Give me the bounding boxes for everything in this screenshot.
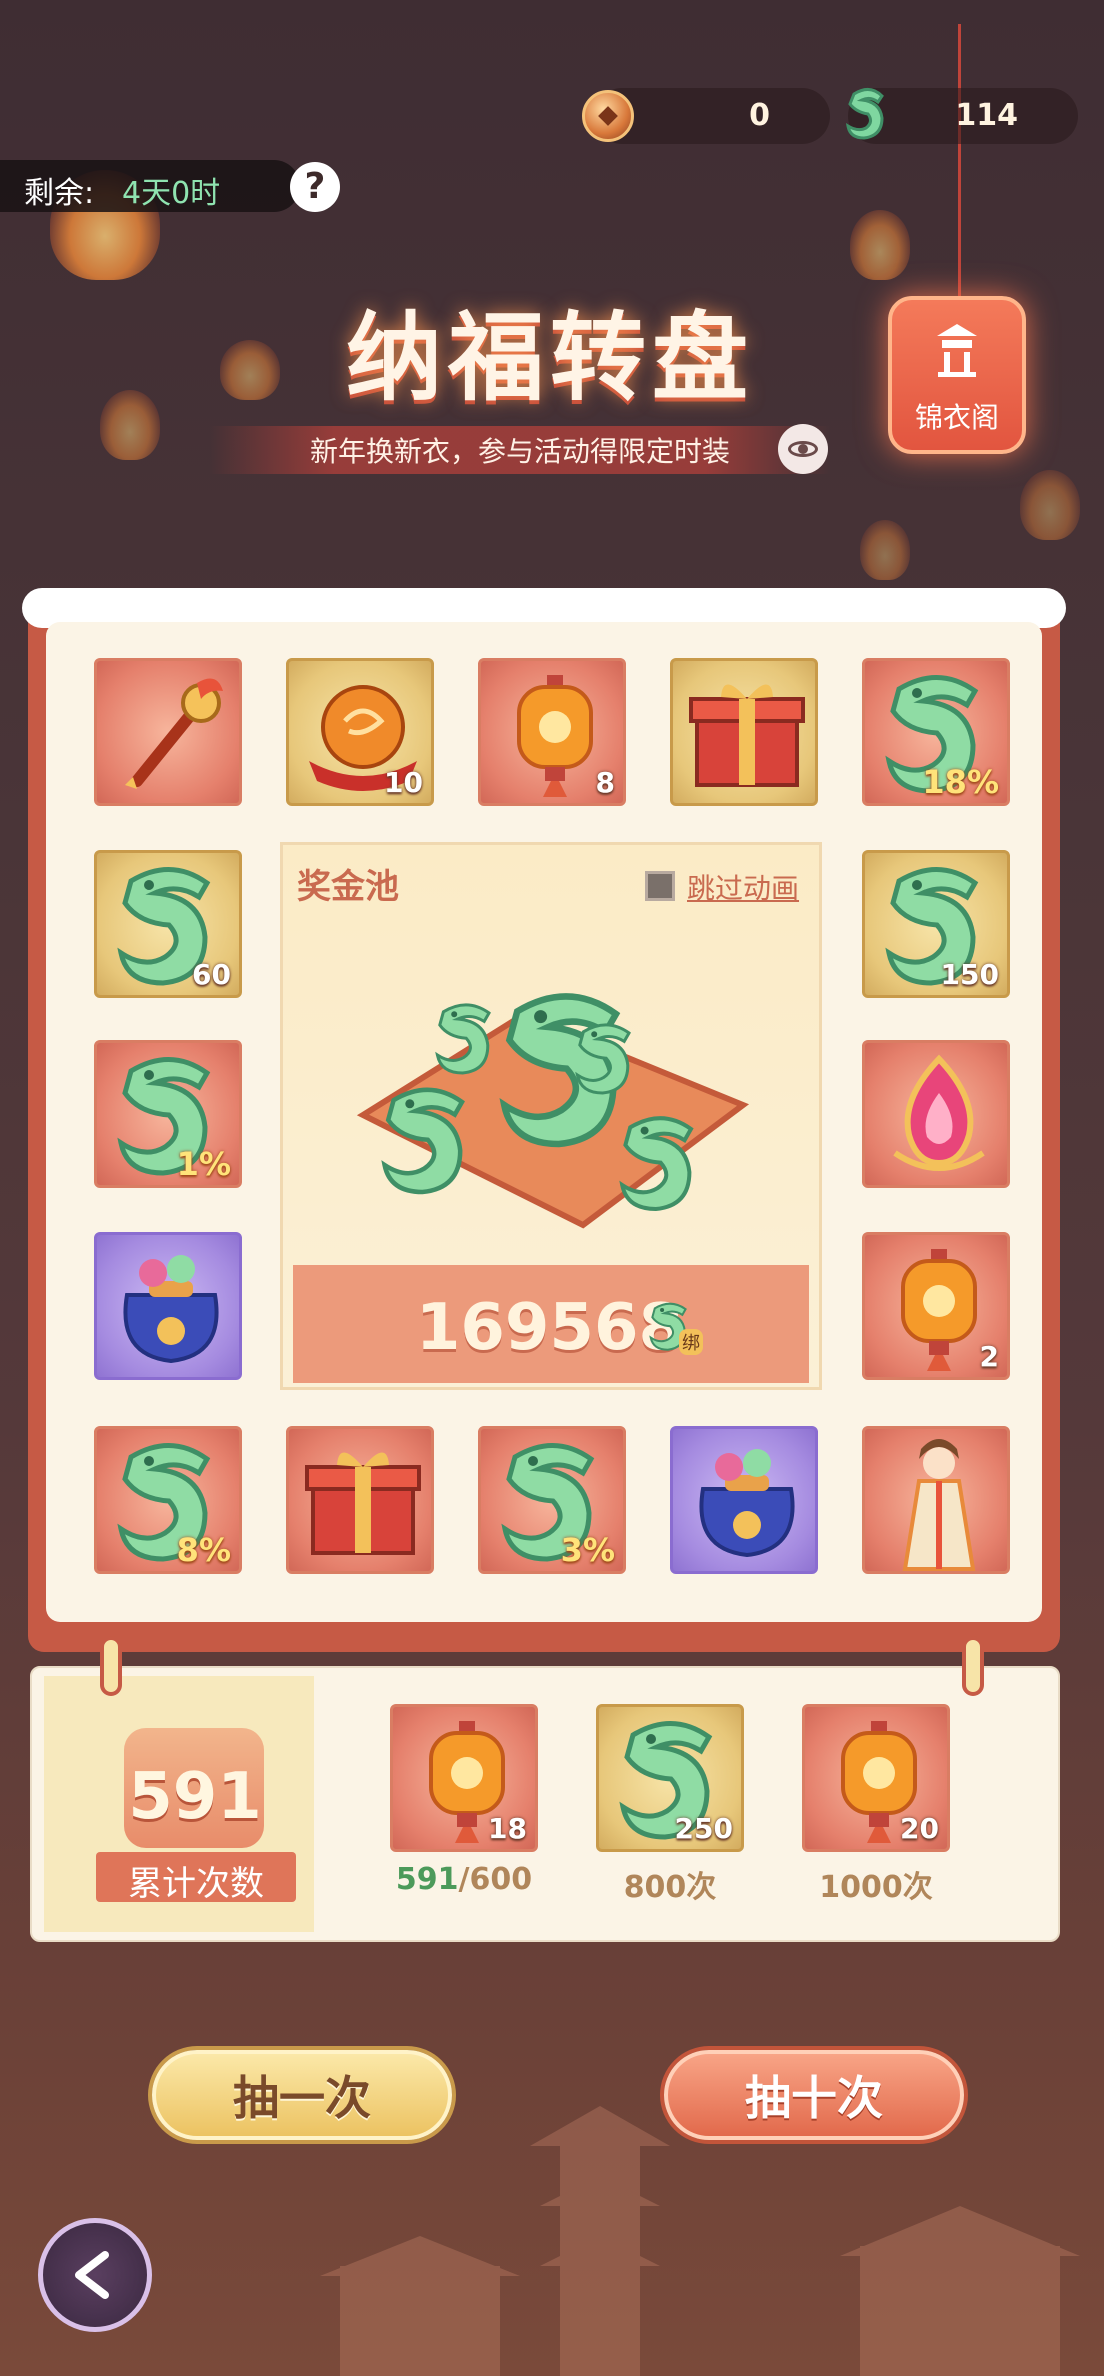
jade-value: 114 xyxy=(955,98,1018,133)
reward-cell-jade-percent[interactable]: 3% xyxy=(478,1426,626,1574)
pool-amount: 169568 xyxy=(415,1291,683,1365)
draw-once-button[interactable]: 抽一次 xyxy=(152,2050,452,2140)
eye-icon[interactable] xyxy=(778,424,828,474)
reward-qty: 8 xyxy=(595,766,615,799)
lantern-string xyxy=(958,24,961,296)
reward-cell-jade[interactable]: 60 xyxy=(94,850,242,998)
reward-cell-lantern[interactable]: 8 xyxy=(478,658,626,806)
reward-cell-costume[interactable] xyxy=(862,1426,1010,1574)
reward-cell-jade[interactable]: 150 xyxy=(862,850,1010,998)
skip-animation-checkbox[interactable] xyxy=(645,871,675,901)
bg-lantern xyxy=(220,340,280,400)
gift-box-icon xyxy=(305,1450,421,1555)
remaining-time-bar: 剩余: 4天0时 xyxy=(0,160,300,212)
pagoda-icon xyxy=(937,324,977,377)
help-button[interactable]: ? xyxy=(290,162,340,212)
reward-qty: 250 xyxy=(674,1812,733,1845)
reward-cell-gift[interactable] xyxy=(286,1426,434,1574)
reward-qty: 150 xyxy=(940,958,999,991)
reward-qty: 10 xyxy=(384,766,423,799)
scepter-icon xyxy=(125,678,223,789)
bg-lantern xyxy=(1020,470,1080,540)
coin-icon xyxy=(582,90,634,142)
reward-qty: 60 xyxy=(192,958,231,991)
milestone-progress: 591/600 xyxy=(384,1862,544,1897)
reward-qty: 18 xyxy=(488,1812,527,1845)
milestone-reward-1000[interactable]: 20 xyxy=(802,1704,950,1852)
draw-count: 591 xyxy=(128,1760,262,1834)
bg-lantern xyxy=(100,390,160,460)
reward-cell-crystal[interactable] xyxy=(862,1040,1010,1188)
reward-qty: 2 xyxy=(979,1340,999,1373)
reward-percent: 3% xyxy=(560,1531,615,1569)
hanging-ring xyxy=(100,1636,122,1696)
back-arrow-icon xyxy=(75,2251,109,2299)
reward-cell-bag[interactable] xyxy=(670,1426,818,1574)
count-label: 累计次数 xyxy=(128,1864,264,1904)
reward-percent: 8% xyxy=(176,1531,231,1569)
reward-cell-lantern[interactable]: 2 xyxy=(862,1232,1010,1380)
milestone-current: 591 xyxy=(395,1862,459,1897)
gift-box-icon xyxy=(689,682,805,787)
bg-lantern xyxy=(850,210,910,280)
wardrobe-button[interactable]: 锦衣阁 xyxy=(888,296,1026,454)
reward-cell-orb[interactable]: 10 xyxy=(286,658,434,806)
reward-percent: 18% xyxy=(922,763,999,801)
reward-qty: 20 xyxy=(900,1812,939,1845)
flame-crystal-icon xyxy=(893,1054,985,1171)
skip-animation-label[interactable]: 跳过动画 xyxy=(687,867,799,907)
milestone-reward-800[interactable]: 250 xyxy=(596,1704,744,1852)
pool-title: 奖金池 xyxy=(297,867,399,907)
reward-cell-jade-percent[interactable]: 1% xyxy=(94,1040,242,1188)
reward-cell-jade-percent[interactable]: 18% xyxy=(862,658,1010,806)
bag-icon xyxy=(123,1253,219,1363)
reward-cell-jade-percent[interactable]: 8% xyxy=(94,1426,242,1574)
reward-cell-scepter[interactable] xyxy=(94,658,242,806)
milestone-label: 800次 xyxy=(623,1870,717,1905)
bag-icon xyxy=(699,1447,795,1557)
reward-cell-bag[interactable] xyxy=(94,1232,242,1380)
wardrobe-label: 锦衣阁 xyxy=(914,401,999,434)
milestone-target: /600 xyxy=(458,1862,533,1897)
remaining-time: 4天0时 xyxy=(122,176,221,211)
jade-pile-icon xyxy=(356,955,750,1229)
jade-icon xyxy=(845,88,884,140)
reward-cell-gift[interactable] xyxy=(670,658,818,806)
reward-percent: 1% xyxy=(176,1145,231,1183)
jackpot-pool: 奖金池 跳过动画 169568 绑 xyxy=(280,842,822,1390)
subtitle: 新年换新衣，参与活动得限定时装 xyxy=(309,435,730,468)
remaining-label: 剩余: xyxy=(24,176,95,211)
coin-value: 0 xyxy=(749,98,770,133)
draw-ten-button[interactable]: 抽十次 xyxy=(664,2050,964,2140)
milestone-reward-600[interactable]: 18 xyxy=(390,1704,538,1852)
back-button[interactable] xyxy=(38,2218,152,2332)
milestone-label: 1000次 xyxy=(819,1870,933,1905)
hanging-ring xyxy=(962,1636,984,1696)
bound-tag: 绑 xyxy=(679,1329,703,1355)
bg-lantern xyxy=(860,520,910,580)
page-title: 纳福转盘 xyxy=(346,301,754,414)
costume-icon xyxy=(902,1439,976,1571)
